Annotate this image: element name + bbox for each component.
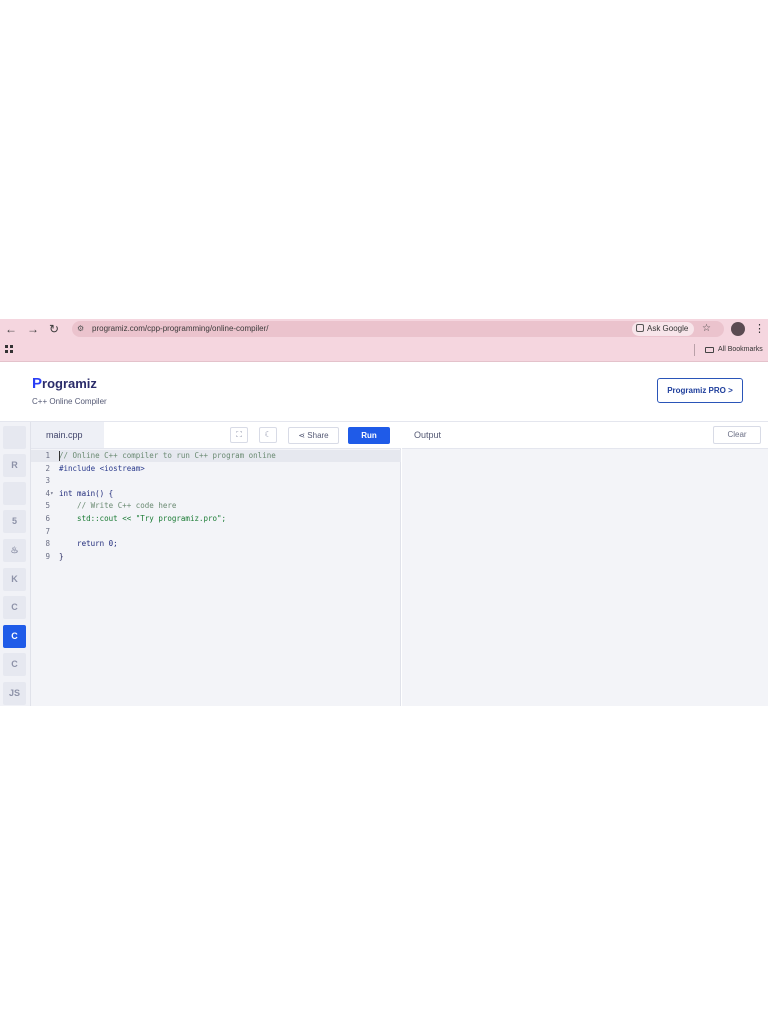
code-line[interactable]: 1 // Online C++ compiler to run C++ progr… (31, 450, 401, 462)
back-icon[interactable]: ← (3, 321, 19, 337)
reload-icon[interactable]: ↻ (46, 321, 62, 337)
bookmark-star-icon[interactable]: ☆ (702, 321, 711, 337)
folder-icon[interactable] (705, 347, 714, 353)
code-text: } (59, 551, 64, 561)
text-cursor (59, 451, 60, 461)
line-number: 7 (45, 526, 50, 536)
more-menu-icon[interactable]: ⋮ (754, 321, 765, 337)
output-panel[interactable] (402, 449, 768, 706)
site-settings-icon[interactable]: ⚙ (77, 324, 84, 334)
forward-icon[interactable]: → (25, 321, 41, 337)
lens-icon (636, 324, 644, 332)
html5-icon[interactable]: 5 (3, 510, 26, 533)
line-number: 4 (45, 488, 50, 498)
line-number: 8 (45, 539, 50, 549)
run-button[interactable]: Run (348, 427, 390, 444)
url-text: programiz.com/cpp-programming/online-com… (92, 324, 269, 333)
csharp-icon[interactable]: C (3, 653, 26, 676)
code-line[interactable]: 5 // Write C++ code here (31, 500, 401, 512)
code-line[interactable]: 7 (31, 526, 401, 538)
database-icon[interactable] (3, 482, 26, 505)
code-text: // Write C++ code here (59, 501, 177, 511)
profile-avatar[interactable] (731, 322, 745, 336)
programiz-pro-button[interactable]: Programiz PRO > (657, 378, 743, 403)
code-text: std::cout << "Try programiz.pro"; (59, 514, 227, 523)
output-title: Output (414, 430, 442, 440)
all-bookmarks-label[interactable]: All Bookmarks (718, 344, 763, 356)
code-line[interactable]: 8 return 0; (31, 538, 401, 550)
c-icon[interactable]: C (3, 596, 26, 619)
line-number: 5 (45, 501, 50, 511)
browser-toolbar: ← → ↻ ⚙ programiz.com/cpp-programming/on… (0, 319, 768, 339)
code-text: return 0; (59, 539, 118, 549)
code-editor[interactable]: 1 // Online C++ compiler to run C++ progr… (31, 449, 401, 706)
r-icon[interactable]: R (3, 454, 26, 477)
code-line[interactable]: 2 #include <iostream> (31, 463, 401, 475)
page-subtitle: C++ Online Compiler (32, 397, 107, 406)
code-text: #include <iostream> (59, 463, 145, 473)
site-header: Programiz C++ Online Compiler Programiz … (0, 362, 768, 422)
code-text: // Online C++ compiler to run C++ progra… (59, 451, 276, 460)
code-line[interactable]: 4 ▾ int main() { (31, 488, 401, 500)
address-bar[interactable]: ⚙ programiz.com/cpp-programming/online-c… (72, 321, 724, 337)
line-number: 6 (45, 514, 50, 523)
output-header: Output Clear (402, 422, 768, 449)
bookmarks-divider (694, 344, 695, 356)
code-text: int main() { (59, 488, 114, 498)
share-icon: ⋖ (298, 431, 308, 440)
browser-window: ← → ↻ ⚙ programiz.com/cpp-programming/on… (0, 319, 768, 706)
code-line[interactable]: 3 (31, 475, 401, 487)
clear-button[interactable]: Clear (713, 426, 761, 444)
javascript-icon[interactable]: JS (3, 682, 26, 705)
code-line[interactable]: 9} (31, 551, 401, 563)
dark-mode-icon[interactable]: ☾ (259, 427, 277, 443)
programiz-logo[interactable]: Programiz (32, 376, 97, 392)
code-line[interactable]: 6 std::cout << "Try programiz.pro"; (31, 513, 401, 525)
python-icon[interactable] (3, 426, 26, 449)
line-number: 9 (45, 551, 50, 561)
language-sidebar: R 5 ♨ K C C C JS (0, 422, 31, 706)
fullscreen-icon[interactable]: ⛶ (230, 427, 248, 443)
file-tab-main-cpp[interactable]: main.cpp (31, 422, 104, 448)
fold-arrow-icon[interactable]: ▾ (50, 488, 54, 500)
line-number: 2 (45, 463, 50, 473)
line-number: 3 (45, 476, 50, 486)
cpp-icon[interactable]: C (3, 625, 26, 648)
editor-toolbar: main.cpp ⛶ ☾ ⋖ Share Run (31, 422, 401, 449)
apps-grid-icon[interactable] (5, 345, 13, 353)
line-number: 1 (45, 451, 50, 460)
kotlin-icon[interactable]: K (3, 568, 26, 591)
ask-google-button[interactable]: Ask Google (632, 322, 695, 336)
java-icon[interactable]: ♨ (3, 539, 26, 562)
bookmarks-bar: All Bookmarks (0, 339, 768, 362)
share-button[interactable]: ⋖ Share (288, 427, 339, 444)
